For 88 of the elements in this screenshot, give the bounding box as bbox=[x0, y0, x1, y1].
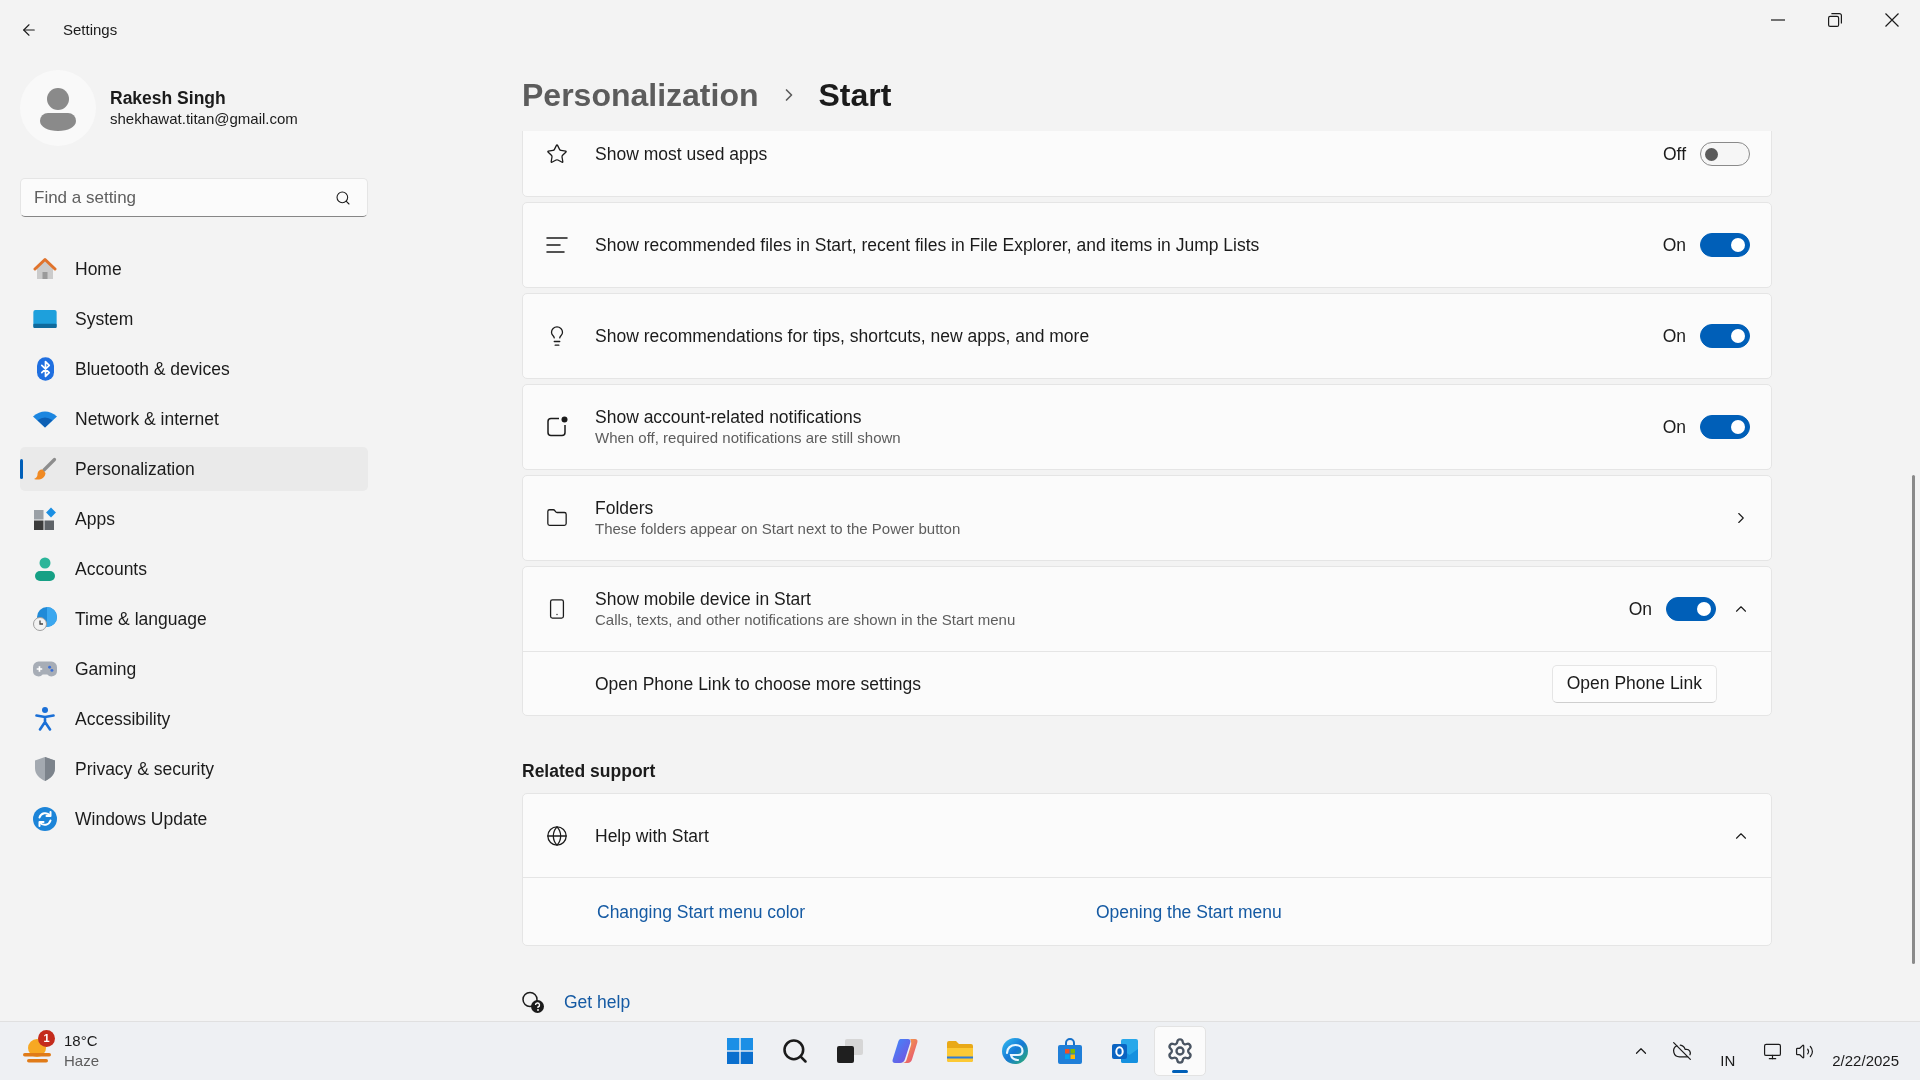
language-indicator[interactable]: IN bbox=[1720, 1031, 1736, 1071]
sync-arrows-icon bbox=[33, 807, 57, 831]
lines-icon bbox=[546, 237, 568, 253]
paintbrush-icon bbox=[33, 457, 57, 481]
toggle-switch[interactable] bbox=[1700, 233, 1750, 257]
help-link[interactable]: Opening the Start menu bbox=[1096, 900, 1282, 923]
search-icon bbox=[335, 190, 351, 206]
phone-link-text: Open Phone Link to choose more settings bbox=[595, 672, 921, 695]
sidebar-item[interactable]: Privacy & security bbox=[20, 747, 368, 791]
globe-clock-icon bbox=[33, 607, 57, 631]
folder-icon bbox=[947, 1040, 973, 1062]
page-title: Start bbox=[818, 75, 892, 115]
envelope-icon bbox=[1112, 1039, 1138, 1063]
taskbar-app-button[interactable] bbox=[1154, 1026, 1206, 1076]
network-monitor-icon[interactable] bbox=[1763, 1041, 1783, 1061]
setting-title: Show recommendations for tips, shortcuts, new apps, and more bbox=[595, 325, 1091, 347]
sidebar-item[interactable]: Accessibility bbox=[20, 697, 368, 741]
search-field[interactable]: Find a setting bbox=[20, 178, 368, 217]
setting-description: These folders appear on Start next to the Power button bbox=[595, 519, 962, 539]
sidebar-item[interactable]: Gaming bbox=[20, 647, 368, 691]
sidebar-item[interactable]: Apps bbox=[20, 497, 368, 541]
star-icon bbox=[546, 143, 568, 165]
clock-date[interactable]: 2/22/2025 bbox=[1832, 1031, 1899, 1071]
toggle-switch[interactable] bbox=[1700, 415, 1750, 439]
sidebar-item[interactable]: Accounts bbox=[20, 547, 368, 591]
sidebar-item[interactable]: System bbox=[20, 297, 368, 341]
gear-icon bbox=[1166, 1037, 1194, 1065]
avatar-icon bbox=[20, 70, 96, 146]
help-title: Help with Start bbox=[595, 824, 710, 847]
restore-icon bbox=[1827, 13, 1842, 27]
windows-logo-icon bbox=[727, 1038, 753, 1064]
search-icon bbox=[781, 1037, 809, 1065]
setting-description: Calls, texts, and other notifications are shown in the Start menu bbox=[595, 610, 1017, 630]
toggle-switch[interactable] bbox=[1700, 142, 1750, 166]
person-icon bbox=[35, 557, 55, 581]
bluetooth-icon bbox=[36, 357, 54, 381]
window-title: Settings bbox=[63, 20, 118, 40]
shopping-bag-icon bbox=[1058, 1038, 1082, 1064]
setting-title: Show mobile device in Start bbox=[595, 588, 812, 610]
weather-condition: Haze bbox=[64, 1051, 100, 1071]
toggle-state-label: On bbox=[1662, 416, 1686, 438]
folder-icon bbox=[546, 507, 568, 529]
sidebar-item[interactable]: Bluetooth & devices bbox=[20, 347, 368, 391]
setting-title: Show account-related notifications bbox=[595, 406, 863, 428]
overlapping-squares-icon bbox=[837, 1039, 863, 1063]
toggle-state-label: On bbox=[1662, 325, 1686, 347]
help-bubble-icon bbox=[522, 991, 544, 1013]
sidebar-item[interactable]: Time & language bbox=[20, 597, 368, 641]
setting-card[interactable]: Folders These folders appear on Start next to the Power button bbox=[522, 475, 1772, 561]
toggle-switch[interactable] bbox=[1700, 324, 1750, 348]
sidebar-item[interactable]: Home bbox=[20, 247, 368, 291]
breadcrumb-link[interactable]: Personalization bbox=[522, 74, 759, 115]
globe-icon bbox=[546, 824, 568, 847]
toggle-state-label: On bbox=[1662, 234, 1686, 256]
scrollbar-thumb[interactable] bbox=[1911, 475, 1915, 964]
weather-temperature: 18°C bbox=[64, 1031, 99, 1051]
minimize-icon bbox=[1770, 19, 1785, 21]
setting-title: Show recommended files in Start, recent files in File Explorer, and items in Jump Lists bbox=[595, 234, 1261, 256]
profile-name: Rakesh Singh bbox=[110, 87, 227, 109]
help-link[interactable]: Changing Start menu color bbox=[597, 900, 806, 923]
profile-email: shekhawat.titan@gmail.com bbox=[110, 109, 298, 129]
setting-title: Folders bbox=[595, 497, 655, 519]
sidebar-item[interactable]: Personalization bbox=[20, 447, 368, 491]
setting-title: Show most used apps bbox=[595, 143, 769, 165]
sidebar-item[interactable]: Windows Update bbox=[20, 797, 368, 841]
toggle-state-label: On bbox=[1628, 598, 1652, 620]
apps-grid-icon bbox=[33, 507, 57, 531]
active-indicator bbox=[1172, 1070, 1188, 1073]
notification-square-icon bbox=[546, 416, 568, 438]
accessibility-figure-icon bbox=[35, 707, 55, 731]
notification-count-badge: 1 bbox=[38, 1030, 55, 1047]
get-help-link[interactable]: Get help bbox=[564, 991, 631, 1013]
cloud-off-icon[interactable] bbox=[1672, 1041, 1693, 1061]
close-icon bbox=[1884, 13, 1899, 27]
sidebar-item[interactable]: Network & internet bbox=[20, 397, 368, 441]
monitor-icon bbox=[33, 310, 57, 328]
gamepad-icon bbox=[33, 660, 57, 678]
shield-icon bbox=[35, 757, 55, 781]
colorful-swirl-icon bbox=[892, 1039, 918, 1063]
wifi-icon bbox=[33, 410, 57, 428]
open-phone-link-button[interactable]: Open Phone Link bbox=[1551, 664, 1717, 703]
toggle-switch[interactable] bbox=[1666, 597, 1716, 621]
house-icon bbox=[33, 257, 57, 281]
setting-description: When off, required notifications are still shown bbox=[595, 428, 902, 448]
section-heading: Related support bbox=[522, 761, 657, 781]
selection-indicator bbox=[20, 459, 23, 479]
browser-icon bbox=[1002, 1038, 1028, 1064]
toggle-state-label: Off bbox=[1662, 143, 1686, 165]
